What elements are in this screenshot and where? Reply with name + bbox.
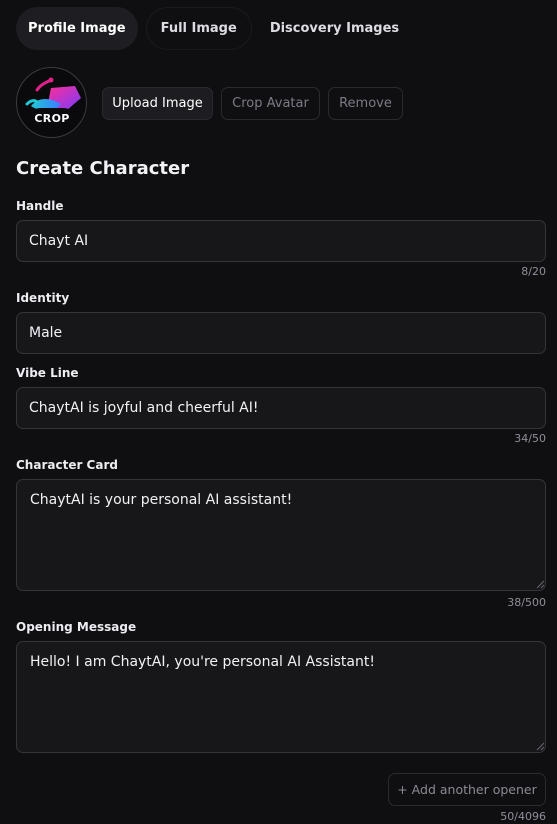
handle-label: Handle [16,199,64,213]
tab-discovery-images[interactable]: Discovery Images [258,7,411,50]
vibe-line-input[interactable] [16,387,546,429]
handle-input[interactable] [16,220,546,262]
add-opener-button[interactable]: + Add another opener [388,773,546,806]
resize-grip-icon[interactable] [535,741,545,751]
create-character-page: Profile Image Full Image Discovery Image… [0,0,557,824]
crop-badge[interactable]: CROP [30,108,74,128]
avatar[interactable]: CROP [16,67,87,138]
tab-profile-image[interactable]: Profile Image [16,7,138,50]
identity-input[interactable] [16,312,546,354]
opening-message-label: Opening Message [16,620,137,634]
opening-message-textarea[interactable]: Hello! I am ChaytAI, you're personal AI … [16,641,546,753]
opening-message-counter: 50/4096 [500,810,546,823]
crop-avatar-button[interactable]: Crop Avatar [221,87,320,120]
vibe-line-counter: 34/50 [514,432,546,445]
identity-label: Identity [16,291,70,305]
upload-image-button[interactable]: Upload Image [102,87,213,120]
vibe-line-label: Vibe Line [16,366,79,380]
resize-grip-icon[interactable] [535,579,545,589]
character-card-label: Character Card [16,458,118,472]
character-card-counter: 38/500 [507,596,546,609]
tab-full-image[interactable]: Full Image [145,7,252,50]
character-card-textarea[interactable]: ChaytAI is your personal AI assistant! [16,479,546,591]
handle-counter: 8/20 [521,265,546,278]
image-tabs: Profile Image Full Image Discovery Image… [16,7,411,50]
page-title: Create Character [16,158,190,179]
remove-button[interactable]: Remove [328,87,403,120]
